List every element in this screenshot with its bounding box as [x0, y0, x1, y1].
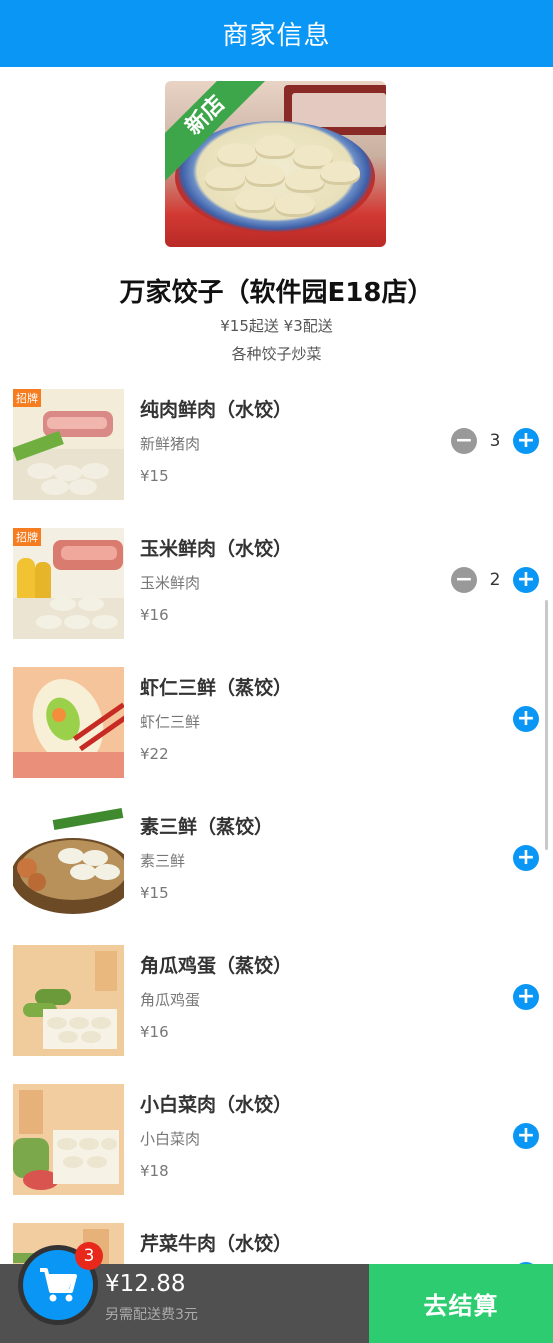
dish-price: ¥22: [140, 745, 169, 763]
shop-fees: ¥15起送 ¥3配送: [220, 317, 333, 335]
dish-image: [13, 806, 124, 917]
plus-circle-icon[interactable]: +: [513, 984, 539, 1010]
dish-price: ¥15: [140, 467, 169, 485]
dish-description: 虾仁三鲜: [140, 713, 201, 731]
dish-image: [13, 1084, 124, 1195]
item-count: 2: [489, 570, 501, 590]
dish-name: 角瓜鸡蛋（蒸饺）: [140, 955, 293, 977]
page-title: 商家信息: [222, 21, 331, 51]
plus-circle-icon[interactable]: +: [513, 567, 539, 593]
checkout-button[interactable]: 去结算: [369, 1264, 553, 1343]
menu-item[interactable]: 招牌 纯肉鲜肉（水饺） 新鲜猪肉 ¥15 − 3 +: [0, 381, 553, 520]
dish-price: ¥18: [140, 1162, 169, 1180]
dish-description: 素三鲜: [140, 852, 186, 870]
dish-name: 虾仁三鲜（蒸饺）: [140, 677, 293, 699]
quantity-stepper: +: [513, 706, 539, 732]
dish-image: [13, 945, 124, 1056]
quantity-stepper: +: [513, 845, 539, 871]
item-count: 3: [489, 431, 501, 451]
delivery-fee-note: 另需配送费3元: [105, 1307, 198, 1323]
dish-name: 纯肉鲜肉（水饺）: [140, 399, 293, 421]
shop-image: 新店: [165, 81, 386, 247]
plus-circle-icon[interactable]: +: [513, 428, 539, 454]
shop-info: 新店 万家饺子（软件园E18店） ¥15起送 ¥3配送 各种饺子炒菜: [0, 67, 553, 372]
menu-item[interactable]: 素三鲜（蒸饺） 素三鲜 ¥15 +: [0, 798, 553, 937]
cart-icon: [40, 1268, 77, 1302]
shop-description: 各种饺子炒菜: [231, 345, 322, 363]
dish-name: 小白菜肉（水饺）: [140, 1094, 293, 1116]
dish-image: [13, 667, 124, 778]
dish-description: 小白菜肉: [140, 1130, 201, 1148]
minus-circle-icon[interactable]: −: [451, 428, 477, 454]
quantity-stepper: − 3 +: [451, 428, 539, 454]
minus-circle-icon[interactable]: −: [451, 567, 477, 593]
new-store-ribbon: 新店: [165, 81, 272, 182]
plus-circle-icon[interactable]: +: [513, 845, 539, 871]
menu-item[interactable]: 招牌 玉米鲜肉（水饺） 玉米鲜肉 ¥16 − 2 +: [0, 520, 553, 659]
plus-circle-icon[interactable]: +: [513, 706, 539, 732]
shop-name: 万家饺子（软件园E18店）: [119, 278, 434, 308]
app-header: 商家信息: [0, 0, 553, 67]
dish-description: 玉米鲜肉: [140, 574, 201, 592]
menu-item[interactable]: 虾仁三鲜（蒸饺） 虾仁三鲜 ¥22 +: [0, 659, 553, 798]
signature-tag: 招牌: [13, 528, 41, 546]
quantity-stepper: +: [513, 1123, 539, 1149]
quantity-stepper: +: [513, 984, 539, 1010]
dish-image: 招牌: [13, 528, 124, 639]
menu-item[interactable]: 小白菜肉（水饺） 小白菜肉 ¥18 +: [0, 1076, 553, 1215]
scrollbar[interactable]: [545, 600, 548, 850]
dish-price: ¥16: [140, 606, 169, 624]
menu-item[interactable]: 角瓜鸡蛋（蒸饺） 角瓜鸡蛋 ¥16 +: [0, 937, 553, 1076]
dish-price: ¥16: [140, 1023, 169, 1041]
cart-total: ¥12.88: [105, 1271, 186, 1297]
dish-price: ¥15: [140, 884, 169, 902]
cart-count-badge: 3: [75, 1242, 103, 1270]
dish-description: 角瓜鸡蛋: [140, 991, 201, 1009]
dish-description: 新鲜猪肉: [140, 435, 201, 453]
dish-name: 玉米鲜肉（水饺）: [140, 538, 293, 560]
dish-name: 素三鲜（蒸饺）: [140, 816, 274, 838]
quantity-stepper: − 2 +: [451, 567, 539, 593]
signature-tag: 招牌: [13, 389, 41, 407]
dish-image: 招牌: [13, 389, 124, 500]
plus-circle-icon[interactable]: +: [513, 1123, 539, 1149]
dish-name: 芹菜牛肉（水饺）: [140, 1233, 293, 1255]
